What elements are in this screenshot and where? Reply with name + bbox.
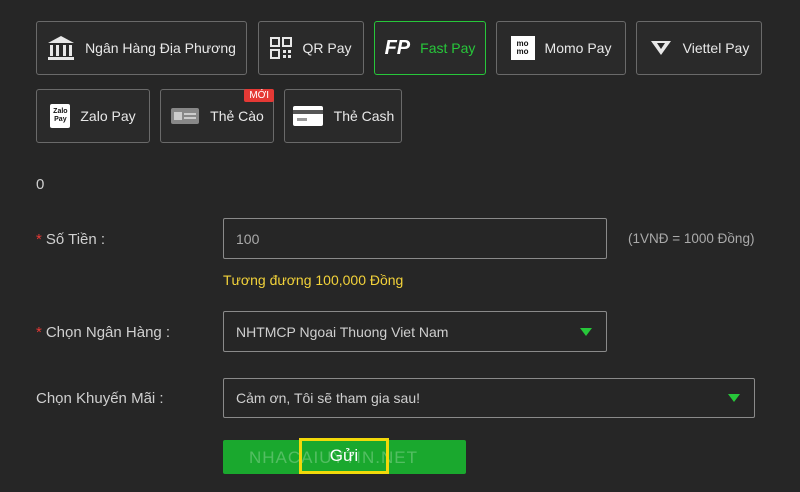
bank-value: NHTMCP Ngoai Thuong Viet Nam	[236, 323, 449, 340]
bank-icon	[47, 35, 75, 61]
promo-value: Cảm ơn, Tôi sẽ tham gia sau!	[236, 390, 421, 406]
method-viettel-pay[interactable]: Viettel Pay	[636, 21, 762, 75]
method-qr-pay[interactable]: QR Pay	[258, 21, 364, 75]
method-label: Thẻ Cào	[210, 108, 264, 124]
method-label: QR Pay	[302, 40, 352, 56]
conversion-hint: (1VNĐ = 1000 Đồng)	[628, 231, 755, 246]
equivalent-amount: Tương đương 100,000 Đồng	[223, 272, 404, 288]
balance-value: 0	[36, 176, 45, 193]
zalo-pay-logo-icon: Zalo Pay	[50, 104, 71, 128]
required-mark: *	[36, 231, 42, 248]
qr-code-icon	[270, 37, 293, 59]
viettel-pay-logo-icon	[649, 37, 673, 59]
method-fast-pay[interactable]: FP Fast Pay	[374, 21, 486, 75]
method-label: Ngân Hàng Địa Phương	[85, 40, 236, 56]
new-badge: MỚI	[244, 89, 274, 102]
bank-select[interactable]: NHTMCP Ngoai Thuong Viet Nam	[223, 311, 607, 352]
fastpay-logo-icon: FP	[384, 36, 411, 59]
bank-label: * Chọn Ngân Hàng :	[36, 324, 170, 341]
amount-value: 100	[236, 230, 260, 247]
method-scratch-card[interactable]: Thẻ Cào MỚI	[160, 89, 274, 143]
method-label: Fast Pay	[420, 40, 476, 56]
submit-highlight[interactable]: Gửi	[299, 438, 389, 474]
bank-label-text: Chọn Ngân Hàng :	[45, 324, 171, 341]
chevron-down-icon	[728, 394, 740, 402]
amount-label-text: Số Tiền :	[45, 231, 106, 248]
method-label: Momo Pay	[544, 40, 612, 56]
required-mark: *	[36, 324, 42, 341]
method-momo-pay[interactable]: mo mo Momo Pay	[496, 21, 626, 75]
method-label: Thẻ Cash	[333, 108, 395, 124]
scratch-card-icon	[170, 106, 200, 126]
momo-logo-icon: mo mo	[510, 36, 535, 60]
cash-card-icon	[292, 105, 324, 127]
method-zalo-pay[interactable]: Zalo Pay Zalo Pay	[36, 89, 150, 143]
method-label: Zalo Pay	[80, 108, 136, 124]
promo-select[interactable]: Cảm ơn, Tôi sẽ tham gia sau!	[223, 378, 755, 418]
amount-label: * Số Tiền :	[36, 231, 105, 248]
method-label: Viettel Pay	[682, 40, 750, 56]
method-local-bank[interactable]: Ngân Hàng Địa Phương	[36, 21, 247, 75]
method-cash-card[interactable]: Thẻ Cash	[284, 89, 402, 143]
chevron-down-icon	[580, 327, 592, 336]
amount-input[interactable]: 100	[223, 218, 607, 259]
submit-label: Gửi	[329, 446, 359, 465]
promo-label: Chọn Khuyến Mãi :	[36, 390, 164, 407]
